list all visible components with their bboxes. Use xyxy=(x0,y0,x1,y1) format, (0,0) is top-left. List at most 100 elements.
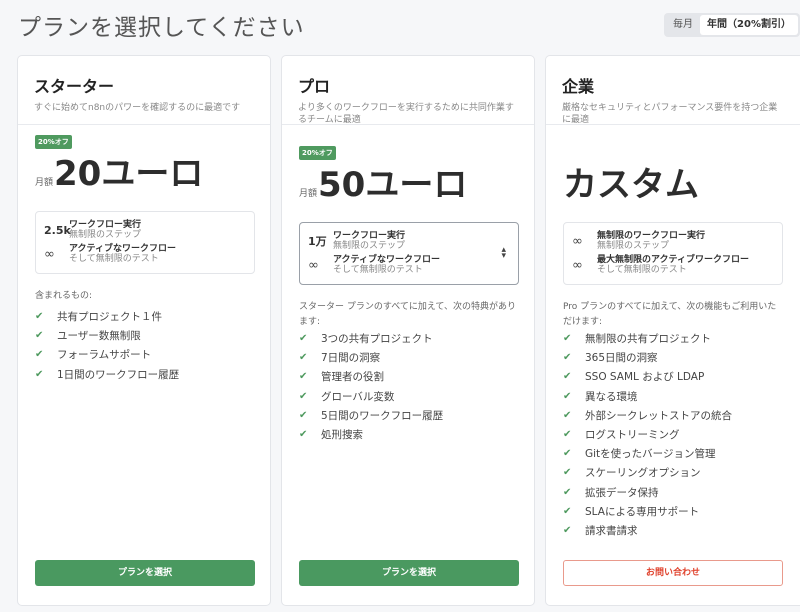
plan-description: すぐに始めてn8nのパワーを確認するのに最適です xyxy=(34,103,241,113)
plan-title: プロ xyxy=(298,77,331,96)
feature-list: ✔ 3つの共有プロジェクト ✔ 7日間の洞察 ✔ 管理者の役割 ✔ グローバル変数 ✔ 5… xyxy=(299,329,521,444)
check-icon: ✔ xyxy=(563,486,572,498)
check-icon: ✔ xyxy=(299,390,308,402)
plan-description: より多くのワークフローを実行するために共同作業するチームに最適 xyxy=(298,103,514,125)
check-icon: ✔ xyxy=(563,352,572,364)
quota-row-active: ∞ アクティブなワークフロー そして無制限のテスト xyxy=(308,253,510,277)
quota-sub: そして無制限のテスト xyxy=(69,254,159,264)
plan-title: 企業 xyxy=(562,77,595,96)
quota-sub: 無制限のステップ xyxy=(69,230,142,240)
quota-main: ワークフロー実行 xyxy=(333,231,406,241)
price-prefix: 月額 xyxy=(299,189,318,199)
check-icon: ✔ xyxy=(563,524,572,536)
quota-row-executions: ∞ 無制限のワークフロー実行 無制限のステップ xyxy=(572,229,774,253)
list-item: ✔ 処刑捜索 xyxy=(299,429,363,442)
check-icon: ✔ xyxy=(563,467,572,479)
list-item: ✔ フォーラムサポート xyxy=(35,349,152,362)
plan-card-enterprise: 企業 厳格なセキュリティとパフォーマンス要件を持つ企業に最適 カスタム ∞ 無制… xyxy=(545,55,800,606)
list-item: ✔ グローバル変数 xyxy=(299,390,395,403)
list-item: ✔ 異なる環境 xyxy=(563,390,638,403)
check-icon: ✔ xyxy=(299,333,308,345)
check-icon: ✔ xyxy=(563,333,572,345)
plan-card-starter: スターター すぐに始めてn8nのパワーを確認するのに最適です 20%オフ 月額 … xyxy=(17,55,271,606)
quota-sub: そして無制限のテスト xyxy=(597,265,687,275)
quota-number: 1万 xyxy=(308,235,327,248)
check-icon: ✔ xyxy=(35,349,44,361)
infinity-icon: ∞ xyxy=(308,257,319,273)
list-item: ✔ 365日間の洞察 xyxy=(563,352,658,365)
included-label: 含まれるもの: xyxy=(35,291,93,301)
plan-quota-box: ∞ 無制限のワークフロー実行 無制限のステップ ∞ 最大無制限のアクティブワークフ… xyxy=(563,222,783,285)
list-item: ✔ 1日間のワークフロー履歴 xyxy=(35,368,180,381)
plan-card-pro: プロ より多くのワークフローを実行するために共同作業するチームに最適 20%オフ… xyxy=(281,55,535,606)
quota-main: ワークフロー実行 xyxy=(69,220,142,230)
card-header: 企業 厳格なセキュリティとパフォーマンス要件を持つ企業に最適 xyxy=(546,56,800,125)
price-value: 20ユーロ xyxy=(54,154,204,194)
billing-monthly-option[interactable]: 毎月 xyxy=(666,15,700,35)
quota-main: 無制限のワークフロー実行 xyxy=(597,231,706,241)
quota-row-active: ∞ 最大無制限のアクティブワークフロー そして無制限のテスト xyxy=(572,253,774,277)
list-item: ✔ スケーリングオプション xyxy=(563,467,701,480)
quota-main: アクティブなワークフロー xyxy=(333,255,441,265)
price-prefix: 月額 xyxy=(35,178,54,188)
check-icon: ✔ xyxy=(35,330,44,342)
plan-quota-box: 2.5k ワークフロー実行 無制限のステップ ∞ アクティブなワークフロー そして無… xyxy=(35,211,255,274)
list-item: ✔ SSO SAML および LDAP xyxy=(563,371,705,384)
quota-row-executions: 1万 ワークフロー実行 無制限のステップ xyxy=(308,229,510,253)
contact-us-button[interactable]: お問い合わせ xyxy=(563,560,783,586)
quota-number: 2.5k xyxy=(44,223,71,237)
check-icon: ✔ xyxy=(563,429,572,441)
execution-tier-dropdown[interactable]: 1万 ワークフロー実行 無制限のステップ ∞ アクティブなワークフロー そして無制限… xyxy=(299,222,519,285)
price-value: カスタム xyxy=(563,165,699,205)
list-item: ✔ 管理者の役割 xyxy=(299,371,384,384)
card-header: プロ より多くのワークフローを実行するために共同作業するチームに最適 xyxy=(282,56,534,125)
select-plan-button[interactable]: プランを選択 xyxy=(35,560,255,586)
list-item: ✔ 共有プロジェクト１件 xyxy=(35,311,162,324)
quota-sub: そして無制限のテスト xyxy=(333,265,423,275)
quota-main: 最大無制限のアクティブワークフロー xyxy=(597,255,750,265)
list-item: ✔ Gitを使ったバージョン管理 xyxy=(563,448,716,461)
included-label: Pro プランのすべてに加えて、次の機能もご利用いただけます: xyxy=(563,302,777,327)
list-item: ✔ 7日間の洞察 xyxy=(299,352,381,365)
check-icon: ✔ xyxy=(563,390,572,402)
check-icon: ✔ xyxy=(299,371,308,383)
included-label: スターター プランのすべてに加えて、次の特典があります: xyxy=(299,302,516,327)
quota-main: アクティブなワークフロー xyxy=(69,244,177,254)
check-icon: ✔ xyxy=(563,448,572,460)
price-block: 月額 50ユーロ xyxy=(299,157,467,206)
price-block: カスタム xyxy=(563,157,699,206)
billing-yearly-option[interactable]: 年間（20%割引） xyxy=(700,15,798,35)
infinity-icon: ∞ xyxy=(572,233,583,249)
quota-row-active: ∞ アクティブなワークフロー そして無制限のテスト xyxy=(44,242,246,266)
list-item: ✔ ユーザー数無制限 xyxy=(35,330,141,343)
list-item: ✔ 請求書請求 xyxy=(563,524,638,537)
plan-description: 厳格なセキュリティとパフォーマンス要件を持つ企業に最適 xyxy=(562,103,778,125)
chevron-updown-icon[interactable]: ▴ ▾ xyxy=(501,246,506,261)
list-item: ✔ 無制限の共有プロジェクト xyxy=(563,333,711,346)
infinity-icon: ∞ xyxy=(572,257,583,273)
check-icon: ✔ xyxy=(35,368,44,380)
list-item: ✔ ログストリーミング xyxy=(563,429,680,442)
check-icon: ✔ xyxy=(563,409,572,421)
select-plan-button[interactable]: プランを選択 xyxy=(299,560,519,586)
check-icon: ✔ xyxy=(35,311,44,323)
plan-title: スターター xyxy=(34,77,115,96)
check-icon: ✔ xyxy=(299,409,308,421)
list-item: ✔ 3つの共有プロジェクト xyxy=(299,333,433,346)
billing-toggle[interactable]: 毎月 年間（20%割引） xyxy=(664,13,800,37)
list-item: ✔ 5日間のワークフロー履歴 xyxy=(299,409,444,422)
check-icon: ✔ xyxy=(299,352,308,364)
list-item: ✔ 外部シークレットストアの統合 xyxy=(563,409,732,422)
check-icon: ✔ xyxy=(299,429,308,441)
feature-list: ✔ 共有プロジェクト１件 ✔ ユーザー数無制限 ✔ フォーラムサポート ✔ 1日間のワー… xyxy=(35,307,257,384)
check-icon: ✔ xyxy=(563,371,572,383)
quota-sub: 無制限のステップ xyxy=(333,241,406,251)
price-block: 月額 20ユーロ xyxy=(35,146,203,195)
card-header: スターター すぐに始めてn8nのパワーを確認するのに最適です xyxy=(18,56,270,125)
price-value: 50ユーロ xyxy=(318,165,468,205)
quota-row-executions: 2.5k ワークフロー実行 無制限のステップ xyxy=(44,218,246,242)
list-item: ✔ 拡張データ保持 xyxy=(563,486,659,499)
quota-sub: 無制限のステップ xyxy=(597,241,670,251)
infinity-icon: ∞ xyxy=(44,246,55,262)
check-icon: ✔ xyxy=(563,505,572,517)
